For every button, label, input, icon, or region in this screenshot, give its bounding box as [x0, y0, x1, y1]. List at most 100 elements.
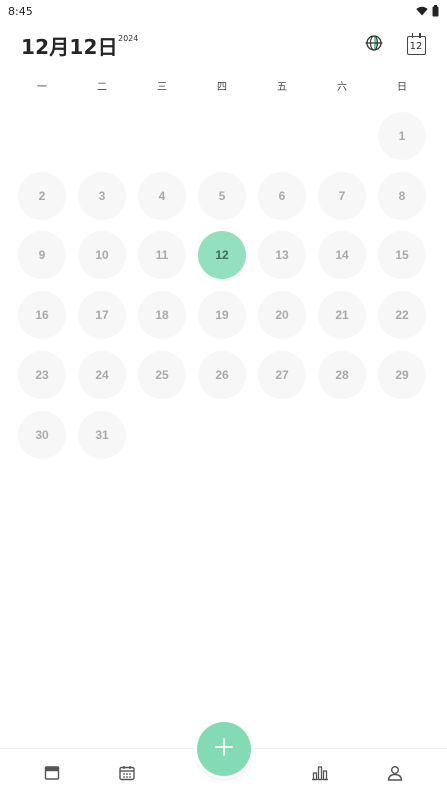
plus-icon	[213, 736, 235, 763]
calendar-cell: 15	[372, 226, 432, 286]
weekday-label: 四	[217, 82, 227, 93]
calendar-cell: 12	[192, 226, 252, 286]
calendar-day[interactable]: 21	[318, 291, 366, 340]
calendar-blank-cell	[252, 106, 312, 166]
calendar-cell: 2	[12, 166, 72, 226]
person-icon	[386, 764, 404, 787]
calendar-day[interactable]: 31	[78, 410, 126, 459]
calendar-icon	[118, 764, 136, 787]
calendar-cell: 7	[312, 166, 372, 226]
calendar-day[interactable]: 23	[18, 351, 66, 400]
calendar-cell: 24	[72, 345, 132, 405]
calendar-day[interactable]: 24	[78, 351, 126, 400]
calendar-cell: 23	[12, 345, 72, 405]
calendar-day[interactable]: 25	[138, 351, 186, 400]
add-record-button[interactable]	[197, 722, 251, 776]
calendar-day[interactable]: 26	[198, 351, 246, 400]
calendar-cell: 11	[132, 226, 192, 286]
calendar-blank-cell	[72, 106, 132, 166]
calendar-grid: 1 2 3 4 5 6 7 8 9 10 11 12 13 14 15 16 17 18 19 20 21 22 23 24 2…	[12, 106, 432, 465]
calendar-cell: 1	[372, 106, 432, 166]
status-icons	[416, 5, 439, 17]
calendar-cell: 27	[252, 345, 312, 405]
calendar-cell: 21	[312, 285, 372, 345]
calendar-day[interactable]: 7	[318, 171, 366, 220]
calendar-blank-cell	[312, 106, 372, 166]
status-time: 8:45	[8, 4, 33, 18]
calendar-day-selected[interactable]: 12	[198, 231, 246, 280]
calendar-cell: 10	[72, 226, 132, 286]
year-label: 2024	[118, 34, 139, 43]
calendar-blank-cell	[192, 106, 252, 166]
calendar-cell: 31	[72, 405, 132, 465]
weekday-label: 六	[337, 82, 347, 93]
calendar-day[interactable]: 29	[378, 351, 426, 400]
calendar-day[interactable]: 4	[138, 171, 186, 220]
header: 12月12日 2024 12	[0, 28, 447, 64]
calendar-cell: 29	[372, 345, 432, 405]
calendar-cell: 16	[12, 285, 72, 345]
calendar-cell: 30	[12, 405, 72, 465]
calendar-cell: 28	[312, 345, 372, 405]
calendar-day[interactable]: 22	[378, 291, 426, 340]
nav-calendar-button[interactable]	[115, 763, 139, 787]
calendar-day[interactable]: 5	[198, 171, 246, 220]
calendar-day[interactable]: 13	[258, 231, 306, 280]
globe-icon	[364, 33, 384, 58]
weekday-label: 五	[277, 82, 287, 93]
calendar-cell: 3	[72, 166, 132, 226]
wifi-icon	[416, 6, 428, 16]
calendar-day[interactable]: 28	[318, 351, 366, 400]
calendar-day[interactable]: 18	[138, 291, 186, 340]
calendar-day[interactable]: 14	[318, 231, 366, 280]
calendar-cell: 4	[132, 166, 192, 226]
calendar-day[interactable]: 3	[78, 171, 126, 220]
calendar-day[interactable]: 2	[18, 171, 66, 220]
page-title[interactable]: 12月12日	[21, 31, 118, 60]
calendar-cell: 26	[192, 345, 252, 405]
weekday-label: 一	[37, 82, 47, 93]
weekday-label: 三	[157, 82, 167, 93]
calendar-day[interactable]: 30	[18, 410, 66, 459]
calendar-cell: 25	[132, 345, 192, 405]
calendar-day[interactable]: 8	[378, 171, 426, 220]
calendar-cell: 13	[252, 226, 312, 286]
calendar-day[interactable]: 19	[198, 291, 246, 340]
calendar-cell: 18	[132, 285, 192, 345]
theme-button[interactable]	[359, 30, 389, 60]
bar-chart-icon	[311, 764, 329, 787]
calendar-day[interactable]: 11	[138, 231, 186, 280]
app-root: 8:45 12月12日 2024 12 一 二 三 四 五 六 日 1 2 3 …	[0, 0, 447, 796]
calendar-day[interactable]: 20	[258, 291, 306, 340]
weekday-label: 日	[397, 82, 407, 93]
calendar-day[interactable]: 10	[78, 231, 126, 280]
calendar-day[interactable]: 17	[78, 291, 126, 340]
weekday-label: 二	[97, 82, 107, 93]
calendar-cell: 20	[252, 285, 312, 345]
calendar-day[interactable]: 27	[258, 351, 306, 400]
calendar-cell: 9	[12, 226, 72, 286]
calendar-day[interactable]: 6	[258, 171, 306, 220]
calendar-day[interactable]: 16	[18, 291, 66, 340]
today-icon-label: 12	[409, 40, 423, 52]
nav-profile-button[interactable]	[383, 763, 407, 787]
battery-icon	[432, 5, 439, 17]
calendar-cell: 17	[72, 285, 132, 345]
calendar-blank-cell	[12, 106, 72, 166]
calendar-day[interactable]: 15	[378, 231, 426, 280]
calendar-day[interactable]: 1	[378, 111, 426, 160]
nav-stats-button[interactable]	[308, 763, 332, 787]
box-icon	[43, 764, 61, 787]
calendar-cell: 6	[252, 166, 312, 226]
nav-records-button[interactable]	[40, 763, 64, 787]
calendar-cell: 14	[312, 226, 372, 286]
calendar-blank-cell	[132, 106, 192, 166]
calendar-cell: 8	[372, 166, 432, 226]
calendar-today-icon: 12	[406, 32, 426, 55]
calendar-cell: 5	[192, 166, 252, 226]
status-bar: 8:45	[0, 0, 447, 22]
calendar-cell: 19	[192, 285, 252, 345]
weekday-header: 一二三四五六日	[12, 78, 432, 96]
today-button[interactable]: 12	[401, 30, 431, 60]
calendar-day[interactable]: 9	[18, 231, 66, 280]
